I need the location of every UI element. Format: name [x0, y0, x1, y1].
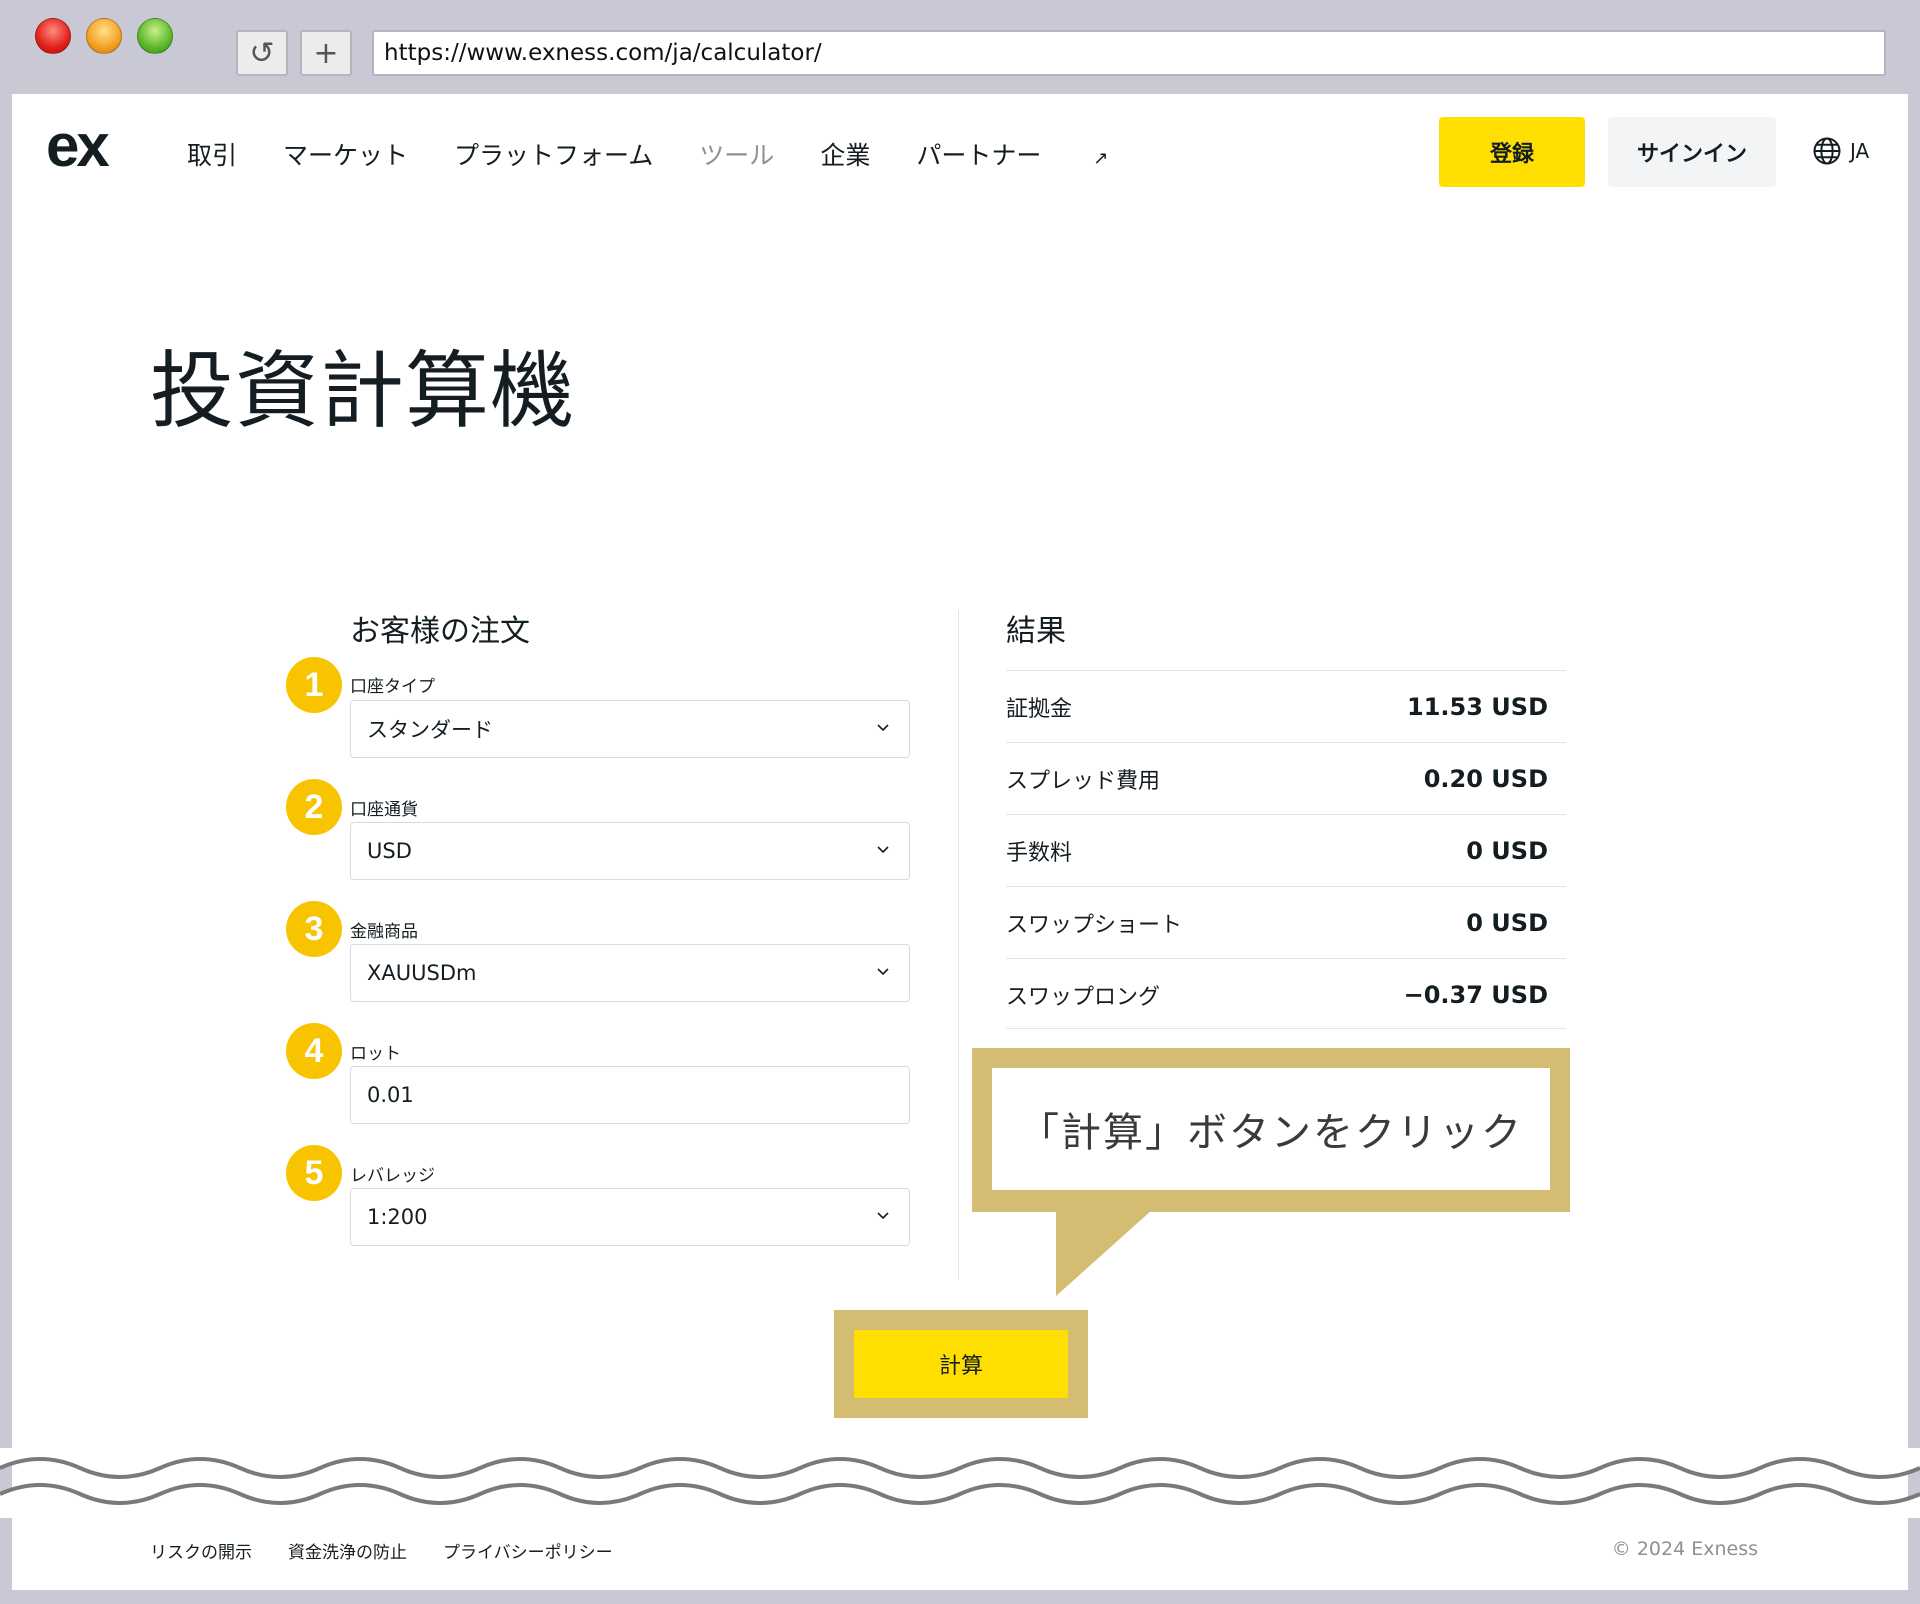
- plus-icon: +: [313, 35, 339, 71]
- chevron-down-icon: [877, 968, 889, 976]
- nav-item-markets[interactable]: マーケット: [283, 136, 408, 172]
- order-section-title: お客様の注文: [350, 614, 530, 649]
- result-label: スワップロング: [1006, 984, 1161, 1010]
- maximize-window-button[interactable]: [137, 18, 173, 54]
- url-text: https://www.exness.com/ja/calculator/: [384, 40, 822, 66]
- account-currency-select[interactable]: USD: [350, 822, 910, 880]
- callout-text: 「計算」ボタンをクリック: [992, 1068, 1550, 1190]
- instrument-label: 金融商品: [350, 922, 418, 942]
- result-row-margin: 証拠金 11.53 USD: [1006, 670, 1566, 742]
- account-type-value: スタンダード: [367, 718, 493, 742]
- site-footer: リスクの開示 資金洗浄の防止 プライバシーポリシー © 2024 Exness: [12, 1518, 1908, 1590]
- nav-item-partners[interactable]: パートナー ↗: [916, 136, 1154, 172]
- address-bar[interactable]: https://www.exness.com/ja/calculator/: [372, 30, 1886, 76]
- result-value: −0.37 USD: [1403, 980, 1548, 1009]
- results-bottom-divider: [1006, 1028, 1566, 1029]
- calculate-button[interactable]: 計算: [854, 1330, 1068, 1398]
- footer-link-aml[interactable]: 資金洗浄の防止: [288, 1538, 407, 1563]
- lot-input[interactable]: 0.01: [350, 1066, 910, 1124]
- result-label: 手数料: [1006, 840, 1073, 866]
- calculate-button-highlight: 計算: [834, 1310, 1088, 1418]
- nav-item-platforms[interactable]: プラットフォーム: [454, 136, 653, 172]
- result-row-commission: 手数料 0 USD: [1006, 814, 1566, 886]
- lot-label: ロット: [350, 1044, 401, 1064]
- result-label: スプレッド費用: [1006, 768, 1161, 794]
- result-value: 0 USD: [1466, 908, 1548, 937]
- result-row-swap-long: スワップロング −0.37 USD: [1006, 958, 1566, 1030]
- leverage-select[interactable]: 1:200: [350, 1188, 910, 1246]
- account-type-label: 口座タイプ: [350, 677, 435, 697]
- result-label: スワップショート: [1006, 912, 1183, 938]
- nav-item-company[interactable]: 企業: [820, 136, 870, 172]
- lot-value: 0.01: [367, 1083, 414, 1107]
- footer-link-risk[interactable]: リスクの開示: [150, 1538, 252, 1563]
- chevron-down-icon: [877, 1212, 889, 1220]
- language-code: JA: [1850, 139, 1870, 163]
- step-badge-4: 4: [286, 1023, 342, 1079]
- instrument-value: XAUUSDm: [367, 961, 477, 985]
- result-label: 証拠金: [1006, 696, 1073, 722]
- instruction-callout: 「計算」ボタンをクリック: [972, 1048, 1570, 1212]
- step-badge-3: 3: [286, 901, 342, 957]
- chevron-down-icon: [877, 846, 889, 854]
- new-tab-button[interactable]: +: [300, 30, 352, 76]
- exness-logo[interactable]: ex: [46, 116, 110, 176]
- result-row-swap-short: スワップショート 0 USD: [1006, 886, 1566, 958]
- instrument-select[interactable]: XAUUSDm: [350, 944, 910, 1002]
- globe-icon: [1813, 137, 1841, 165]
- page-title: 投資計算機: [150, 342, 576, 440]
- step-badge-1: 1: [286, 657, 342, 713]
- close-window-button[interactable]: [35, 18, 71, 54]
- copyright: © 2024 Exness: [1611, 1538, 1758, 1560]
- callout-pointer: [1056, 1210, 1152, 1296]
- step-badge-2: 2: [286, 779, 342, 835]
- column-divider: [958, 610, 959, 1280]
- result-row-spread: スプレッド費用 0.20 USD: [1006, 742, 1566, 814]
- account-currency-value: USD: [367, 839, 412, 863]
- language-selector[interactable]: JA: [1812, 136, 1869, 166]
- chevron-down-icon: [877, 724, 889, 732]
- reload-icon: ↺: [249, 35, 275, 71]
- result-value: 0.20 USD: [1423, 764, 1548, 793]
- nav-item-tools[interactable]: ツール: [699, 136, 774, 172]
- step-badge-5: 5: [286, 1145, 342, 1201]
- minimize-window-button[interactable]: [86, 18, 122, 54]
- browser-chrome: ↺ + https://www.exness.com/ja/calculator…: [0, 0, 1920, 100]
- leverage-label: レバレッジ: [350, 1166, 435, 1186]
- site-header: ex 取引 マーケット プラットフォーム ツール 企業 パートナー ↗ 登録 サイ…: [12, 94, 1908, 214]
- nav-item-trading[interactable]: 取引: [187, 136, 237, 172]
- result-value: 0 USD: [1466, 836, 1548, 865]
- torn-page-divider: [0, 1448, 1920, 1518]
- external-link-icon: ↗: [1093, 148, 1109, 169]
- leverage-value: 1:200: [367, 1205, 428, 1229]
- account-type-select[interactable]: スタンダード: [350, 700, 910, 758]
- register-button[interactable]: 登録: [1439, 117, 1585, 187]
- reload-button[interactable]: ↺: [236, 30, 288, 76]
- results-section-title: 結果: [1006, 614, 1066, 649]
- main-nav: 取引 マーケット プラットフォーム ツール 企業 パートナー ↗: [187, 136, 1200, 172]
- nav-item-partners-label: パートナー: [916, 141, 1042, 170]
- signin-button[interactable]: サインイン: [1608, 117, 1776, 187]
- footer-links: リスクの開示 資金洗浄の防止 プライバシーポリシー: [150, 1538, 649, 1563]
- footer-link-privacy[interactable]: プライバシーポリシー: [443, 1538, 613, 1563]
- result-value: 11.53 USD: [1407, 692, 1548, 721]
- web-page: ex 取引 マーケット プラットフォーム ツール 企業 パートナー ↗ 登録 サイ…: [12, 94, 1908, 1590]
- account-currency-label: 口座通貨: [350, 800, 418, 820]
